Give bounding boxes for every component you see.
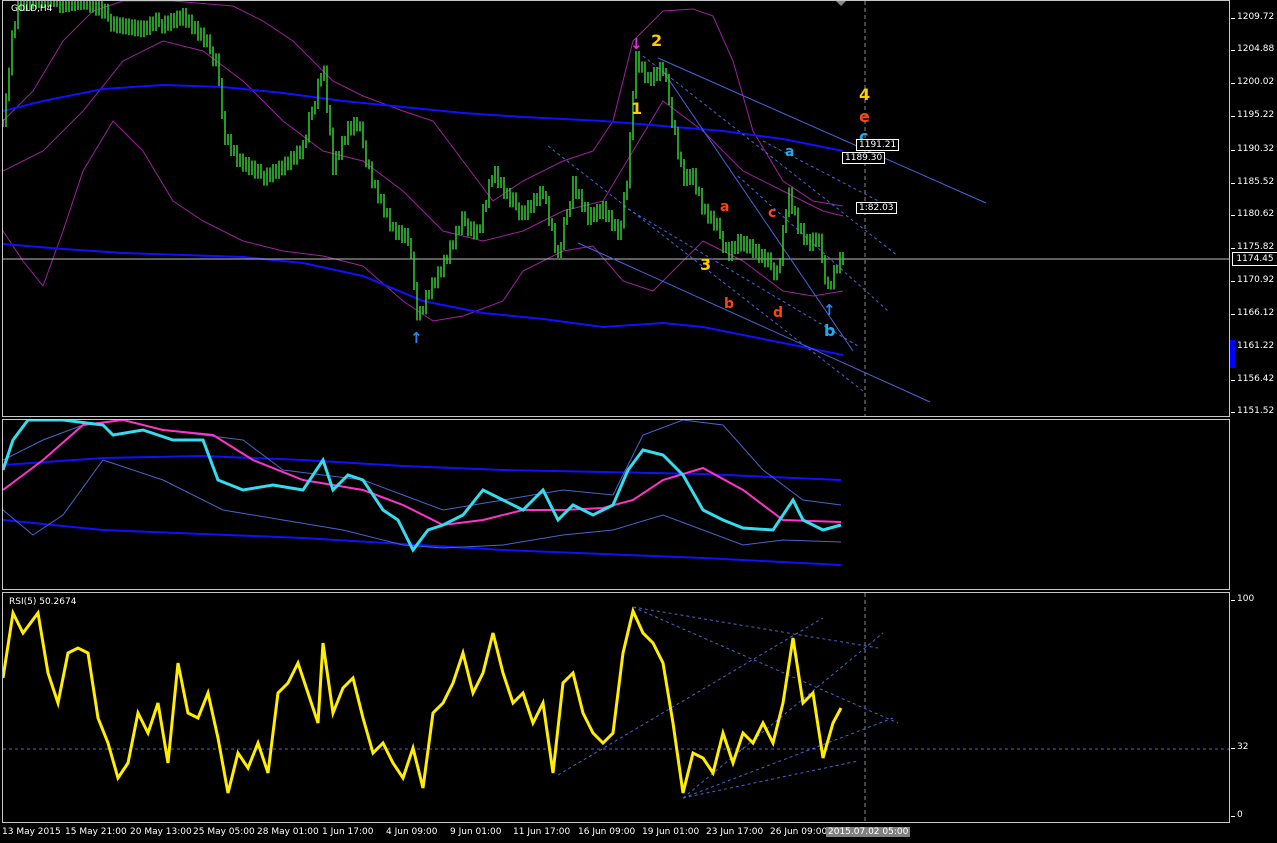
- ind-band-lower: [3, 459, 842, 549]
- time-tick: 1 Jun 17:00: [322, 827, 374, 837]
- time-tick: 25 May 05:00: [193, 827, 255, 837]
- ind-ma-lower: [3, 519, 842, 566]
- current-time-tick: 2015.07.02 05:00: [826, 827, 911, 837]
- price-tick: 1166.12: [1230, 308, 1275, 318]
- time-tick: 16 Jun 09:00: [578, 827, 636, 837]
- price-tick: 1170.92: [1230, 275, 1275, 285]
- rsi-line: [3, 606, 843, 794]
- price-chart-canvas[interactable]: [3, 1, 1230, 417]
- rsi-axis: 100 32 0: [1230, 592, 1277, 823]
- bollinger-middle: [3, 40, 844, 242]
- price-chart-pane[interactable]: GOLD,H4 ↓ ↑ ↑ 1 2 3 4 a b c d e a b c 11…: [2, 0, 1230, 417]
- wave-label-e: e: [859, 107, 870, 126]
- ind-ma-upper: [3, 454, 842, 481]
- price-tick: 1204.88: [1230, 44, 1275, 54]
- time-tick: 11 Jun 17:00: [513, 827, 571, 837]
- time-tick: 19 Jun 01:00: [642, 827, 700, 837]
- arrow-down-icon: ↓: [630, 35, 643, 53]
- symbol-label: GOLD,H4: [11, 4, 53, 14]
- time-tick: 4 Jun 09:00: [386, 827, 438, 837]
- price-tick: 1190.32: [1230, 144, 1275, 154]
- wave-label-2: 2: [651, 31, 663, 50]
- rsi-tick: 100: [1230, 594, 1255, 604]
- wave-label-b-cyan: b: [824, 321, 836, 340]
- price-tick: 1161.22: [1230, 341, 1275, 351]
- rsi-trendline: [632, 606, 899, 724]
- ma-slow-lower: [3, 243, 844, 356]
- price-tick: 1175.82: [1230, 242, 1275, 252]
- price-tick: 1180.62: [1230, 209, 1275, 219]
- arrow-up-icon: ↑: [410, 329, 423, 347]
- time-tick: 28 May 01:00: [257, 827, 319, 837]
- indicator-pane[interactable]: [2, 419, 1230, 590]
- wave-label-b: b: [724, 296, 735, 312]
- time-tick: 26 Jun 09:00: [770, 827, 828, 837]
- time-tick: 23 Jun 17:00: [706, 827, 764, 837]
- ind-signal-line: [3, 420, 842, 527]
- trendline-lower: [577, 242, 931, 403]
- level-box: 1189.30: [842, 152, 886, 164]
- price-candles: [3, 1, 844, 321]
- price-marker: [1230, 340, 1235, 368]
- rsi-tick: 0: [1231, 810, 1243, 820]
- dropdown-icon[interactable]: [836, 1, 846, 6]
- rsi-tick: 32: [1230, 742, 1249, 752]
- wave-label-4: 4: [859, 85, 871, 104]
- price-tick: 1185.52: [1230, 177, 1275, 187]
- rsi-indicator-label: RSI(5) 50.2674: [9, 597, 77, 607]
- time-tick: 15 May 21:00: [65, 827, 127, 837]
- trendline-dash-5: [622, 205, 859, 347]
- price-tick: 1200.02: [1230, 77, 1275, 87]
- wave-label-1: 1: [631, 99, 643, 118]
- price-axis: 1209.72 1204.88 1200.02 1195.22 1190.32 …: [1230, 0, 1277, 417]
- indicator-canvas[interactable]: [3, 420, 1230, 590]
- time-tick: 13 May 2015: [2, 827, 61, 837]
- price-tick: 1209.72: [1230, 12, 1275, 22]
- level-box: 1191.21: [856, 139, 900, 151]
- wave-label-3: 3: [700, 255, 712, 274]
- level-box: 1:82.03: [856, 202, 897, 214]
- current-price-box: 1174.45: [1232, 252, 1277, 266]
- time-tick: 9 Jun 01:00: [450, 827, 502, 837]
- time-tick: 20 May 13:00: [130, 827, 192, 837]
- rsi-pane[interactable]: RSI(5) 50.2674: [2, 592, 1230, 823]
- wave-label-a: a: [720, 199, 730, 215]
- arrow-up-icon: ↑: [823, 301, 836, 319]
- wave-label-a-cyan: a: [785, 144, 795, 160]
- price-tick: 1195.22: [1230, 110, 1275, 120]
- rsi-trendline: [632, 606, 879, 649]
- time-axis: 13 May 2015 15 May 21:00 20 May 13:00 25…: [0, 824, 1277, 843]
- price-tick: 1151.52: [1230, 406, 1275, 416]
- rsi-canvas[interactable]: [3, 593, 1230, 823]
- price-tick: 1156.42: [1230, 374, 1275, 384]
- rsi-trendline: [682, 717, 894, 799]
- wave-label-c: c: [768, 205, 777, 221]
- wave-label-d: d: [773, 305, 784, 321]
